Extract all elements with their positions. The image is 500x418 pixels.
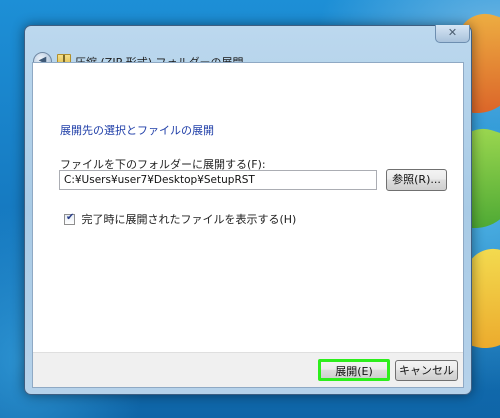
show-files-option[interactable]: ✔ 完了時に展開されたファイルを表示する(H)	[64, 211, 296, 227]
extract-button[interactable]: 展開(E)	[318, 359, 390, 381]
destination-path-input[interactable]	[59, 170, 377, 190]
show-files-checkbox[interactable]: ✔	[64, 211, 75, 225]
extract-dialog: ✕ ◀ 圧縮 (ZIP 形式) フォルダーの展開 展開先の選択とファイルの展開 …	[24, 25, 472, 395]
checkmark-icon: ✔	[66, 211, 75, 223]
browse-button[interactable]: 参照(R)...	[386, 169, 447, 191]
page-heading: 展開先の選択とファイルの展開	[60, 124, 214, 137]
show-files-label: 完了時に展開されたファイルを表示する(H)	[81, 213, 297, 226]
cancel-button[interactable]: キャンセル	[395, 360, 458, 381]
close-button[interactable]: ✕	[435, 25, 470, 43]
close-icon: ✕	[447, 26, 458, 39]
dialog-content: 展開先の選択とファイルの展開 ファイルを下のフォルダーに展開する(F): 参照(…	[32, 62, 464, 388]
dialog-footer: 展開(E) キャンセル	[33, 352, 463, 387]
